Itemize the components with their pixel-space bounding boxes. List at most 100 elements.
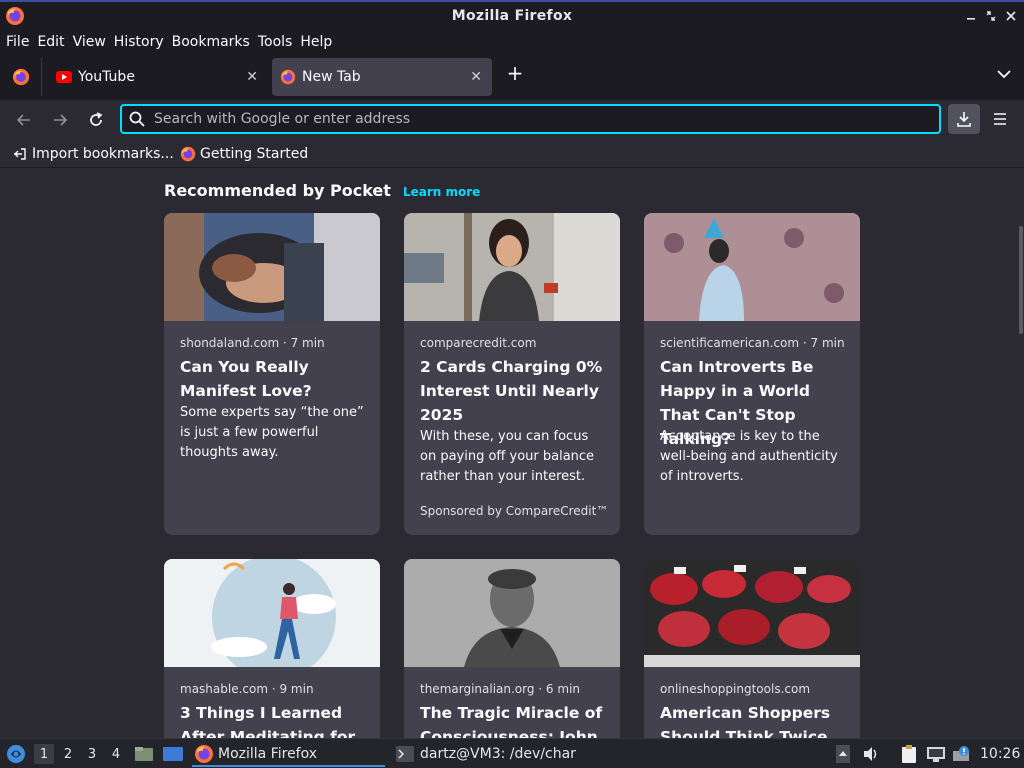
menu-bar: File Edit View History Bookmarks Tools H… (0, 30, 1024, 54)
menu-file[interactable]: File (2, 34, 33, 50)
tray-scroll[interactable] (836, 739, 850, 768)
menu-view[interactable]: View (69, 34, 110, 50)
list-all-tabs-chevron-icon[interactable] (994, 64, 1014, 84)
card-source: onlineshoppingtools.com (660, 682, 811, 696)
card-title: 3 Things I Learned After Meditating for (180, 704, 356, 738)
workspace-1[interactable]: 1 (34, 744, 54, 764)
firefox-view-button[interactable] (0, 58, 42, 96)
firefox-favicon-icon (280, 69, 296, 85)
maximize-icon[interactable] (982, 7, 1000, 25)
card-excerpt: Some experts say “the one” is just a few… (180, 405, 364, 460)
download-icon (957, 112, 971, 127)
update-notification-icon (953, 746, 969, 761)
card-title: The Tragic Miracle of Consciousness: Joh… (420, 704, 603, 738)
close-tab-icon[interactable]: ✕ (246, 69, 258, 85)
card-source: themarginalian.org · 6 min (420, 682, 581, 696)
network-tray[interactable] (926, 739, 946, 768)
close-tab-icon[interactable]: ✕ (470, 69, 482, 85)
tab-youtube[interactable]: YouTube ✕ (48, 58, 268, 96)
card-image (164, 213, 380, 321)
tab-label: YouTube (78, 69, 135, 85)
reload-icon[interactable] (84, 108, 108, 132)
title-bar: Mozilla Firefox (0, 0, 1024, 30)
terminal-icon (396, 746, 414, 762)
hamburger-menu-icon[interactable] (990, 108, 1010, 130)
card-source: shondaland.com · 7 min (180, 336, 325, 350)
network-icon (927, 747, 945, 762)
workspace-2[interactable]: 2 (58, 744, 78, 764)
scrollbar-thumb[interactable] (1019, 226, 1023, 334)
distro-logo-icon (7, 745, 25, 763)
card-image (404, 213, 620, 321)
task-terminal[interactable]: dartz@VM3: /dev/char (396, 739, 576, 768)
tab-new-tab[interactable]: New Tab ✕ (272, 58, 492, 96)
volume-control[interactable] (862, 739, 880, 768)
folder-icon (135, 747, 153, 761)
minimize-icon[interactable] (962, 7, 980, 25)
firefox-window: Mozilla Firefox File Edit View History B… (0, 0, 1024, 768)
back-arrow-icon[interactable] (12, 108, 36, 132)
pocket-title: Recommended by Pocket (164, 181, 391, 200)
active-task-indicator (192, 765, 385, 767)
new-tab-content: Recommended by Pocket Learn more shondal… (0, 168, 1024, 738)
workspace-4[interactable]: 4 (106, 744, 126, 764)
window-title: Mozilla Firefox (451, 8, 573, 24)
forward-arrow-icon[interactable] (48, 108, 72, 132)
task-label: dartz@VM3: /dev/char (420, 746, 576, 762)
pocket-card[interactable]: scientificamerican.com · 7 min Can Intro… (644, 213, 860, 535)
clipboard-tray[interactable] (900, 739, 918, 768)
card-title: 2 Cards Charging 0% Interest Until Nearl… (420, 358, 603, 424)
card-excerpt: With these, you can focus on paying off … (420, 429, 595, 484)
pocket-header: Recommended by Pocket Learn more (164, 181, 480, 200)
card-title: Can You Really Manifest Love? (180, 358, 312, 400)
import-icon (14, 148, 26, 160)
card-source: mashable.com · 9 min (180, 682, 314, 696)
card-source: comparecredit.com (420, 336, 537, 350)
pocket-card[interactable]: themarginalian.org · 6 min The Tragic Mi… (404, 559, 620, 738)
card-excerpt: Acceptance is key to the well-being and … (660, 429, 838, 484)
workspace-3[interactable]: 3 (82, 744, 102, 764)
card-source: scientificamerican.com · 7 min (660, 336, 845, 350)
new-tab-plus-icon[interactable]: + (504, 61, 526, 85)
pocket-card[interactable]: mashable.com · 9 min 3 Things I Learned … (164, 559, 380, 738)
card-image (164, 559, 380, 667)
bookmark-label: Getting Started (200, 146, 309, 162)
bookmark-import[interactable]: Import bookmarks... (12, 144, 174, 164)
close-window-icon[interactable] (1002, 7, 1020, 25)
pocket-card[interactable]: shondaland.com · 7 min Can You Really Ma… (164, 213, 380, 535)
pocket-card[interactable]: comparecredit.com 2 Cards Charging 0% In… (404, 213, 620, 535)
pocket-card[interactable]: onlineshoppingtools.com American Shopper… (644, 559, 860, 738)
start-menu-button[interactable] (6, 739, 26, 768)
downloads-button[interactable] (948, 104, 980, 134)
learn-more-link[interactable]: Learn more (403, 185, 480, 199)
address-input[interactable] (154, 111, 914, 127)
card-image (644, 559, 860, 667)
updates-tray[interactable] (952, 739, 972, 768)
file-manager-launcher[interactable] (134, 739, 154, 768)
menu-help[interactable]: Help (296, 34, 336, 50)
volume-icon (864, 747, 877, 761)
menu-edit[interactable]: Edit (33, 34, 68, 50)
card-image (644, 213, 860, 321)
address-bar[interactable] (120, 104, 941, 134)
firefox-favicon-icon (180, 146, 196, 162)
firefox-view-icon (12, 68, 29, 86)
bookmark-label: Import bookmarks... (32, 146, 174, 162)
youtube-icon (56, 71, 72, 83)
menu-tools[interactable]: Tools (254, 34, 297, 50)
firefox-favicon-icon (195, 745, 213, 763)
clipboard-icon (902, 745, 916, 763)
clock[interactable]: 10:26 (980, 739, 1020, 768)
system-taskbar: 1 2 3 4 Mozilla Firefox dartz@VM3: /dev/… (0, 738, 1024, 768)
card-sponsor: Sponsored by CompareCredit™ (420, 504, 609, 518)
show-desktop-icon (163, 747, 183, 761)
menu-history[interactable]: History (110, 34, 168, 50)
tray-up-arrow-icon (836, 745, 850, 763)
card-title: American Shoppers Should Think Twice (660, 704, 831, 738)
menu-bookmarks[interactable]: Bookmarks (168, 34, 254, 50)
task-firefox[interactable]: Mozilla Firefox (194, 739, 317, 768)
desktop-launcher[interactable] (162, 739, 184, 768)
bookmark-getting-started[interactable]: Getting Started (180, 144, 308, 164)
search-icon (129, 111, 145, 127)
card-image (404, 559, 620, 667)
